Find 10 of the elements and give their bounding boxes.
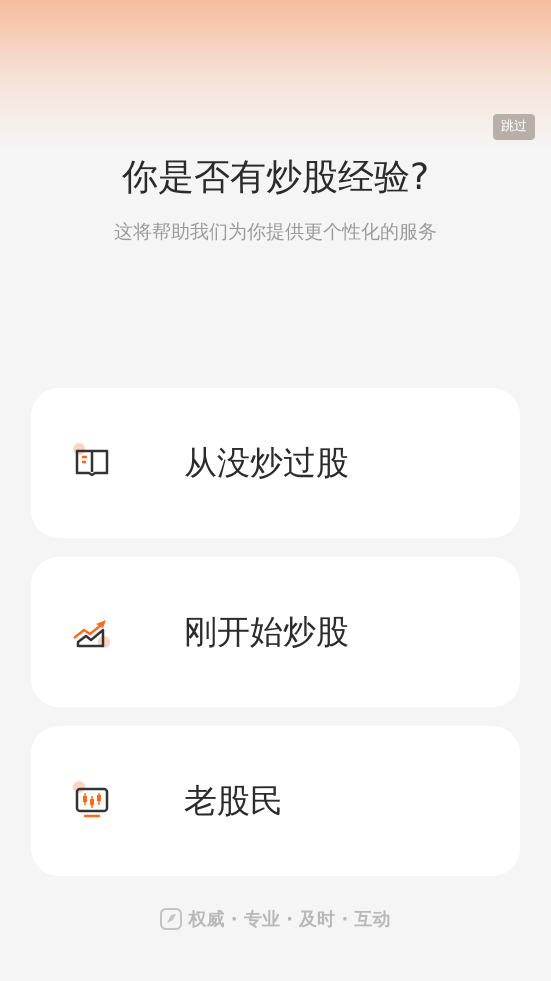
option-card[interactable]: 老股民 [31, 726, 520, 876]
logo-icon [160, 908, 182, 930]
option-card[interactable]: 从没炒过股 [31, 388, 520, 538]
option-label: 刚开始炒股 [184, 610, 349, 653]
option-label: 从没炒过股 [184, 442, 349, 484]
page-title: 你是否有炒股经验? [120, 156, 430, 200]
option-card[interactable]: 刚开始炒股 [31, 556, 520, 706]
slogan: 权威 · 专业 · 及时 · 互动 [188, 908, 391, 932]
option-label: 老股民 [184, 780, 283, 822]
subtitle: 这将帮助我们为你提供更个性化的服务 [113, 220, 438, 245]
